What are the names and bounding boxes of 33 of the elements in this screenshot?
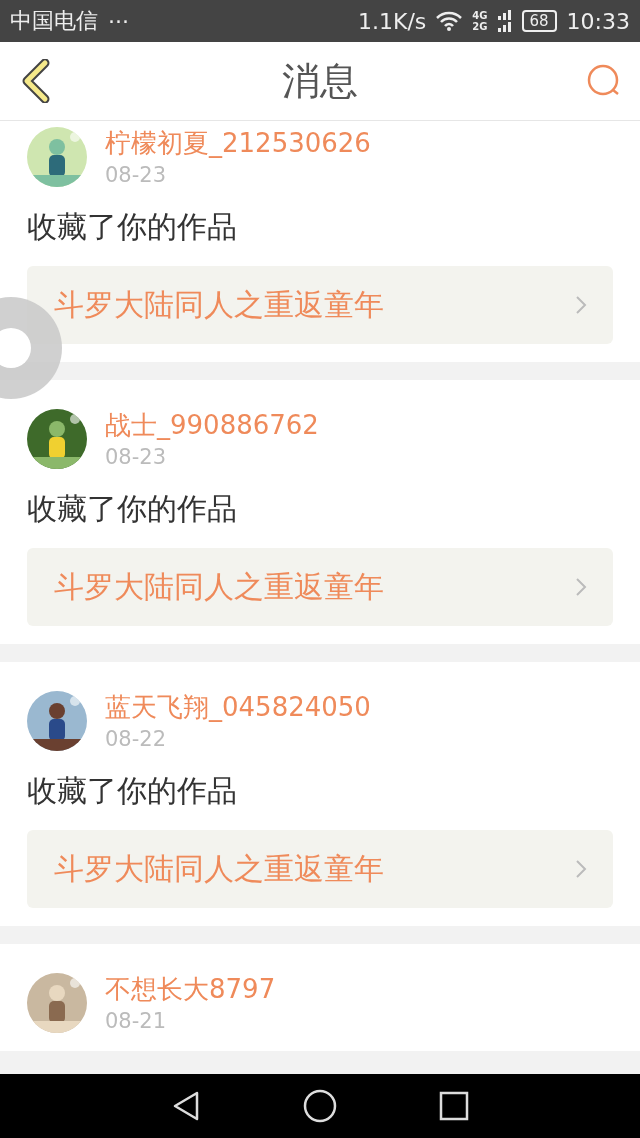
user-name[interactable]: 蓝天飞翔_045824050 [105,690,371,725]
carrier-name: 中国电信 [10,7,98,35]
work-title: 斗罗大陆同人之重返童年 [54,285,384,324]
message-date: 08-23 [105,163,168,187]
back-icon[interactable] [171,1090,201,1122]
wifi-icon [436,11,463,31]
message-date: 08-22 [105,727,168,751]
signal-icon [497,10,512,32]
recent-apps-icon[interactable] [439,1091,469,1121]
work-link[interactable]: 斗罗大陆同人之重返童年 [27,830,613,908]
network-label: 2G [472,21,488,32]
chevron-icon [575,859,587,879]
user-name[interactable]: 战士_990886762 [105,408,319,443]
home-icon[interactable] [303,1089,337,1123]
chevron-icon [575,295,587,315]
network-label: 4G [472,10,488,21]
message-text: 收藏了你的作品 [27,490,238,528]
page-title: 消息 [282,57,358,105]
user-name[interactable]: 柠檬初夏_212530626 [105,126,371,161]
message-text: 收藏了你的作品 [27,208,238,246]
more-indicator: ··· [108,8,129,34]
message-text: 收藏了你的作品 [27,772,238,810]
message-date: 08-23 [105,445,168,469]
battery-level: 68 [521,10,557,32]
work-link[interactable]: 斗罗大陆同人之重返童年 [27,266,613,344]
message-date: 08-21 [105,1009,168,1033]
work-title: 斗罗大陆同人之重返童年 [54,849,384,888]
work-link[interactable]: 斗罗大陆同人之重返童年 [27,548,613,626]
clock-time: 10:33 [566,8,630,34]
user-name[interactable]: 不想长大8797 [105,972,276,1007]
chevron-icon [575,577,587,597]
network-speed: 1.1K/s [358,8,427,34]
work-title: 斗罗大陆同人之重返童年 [54,567,384,606]
